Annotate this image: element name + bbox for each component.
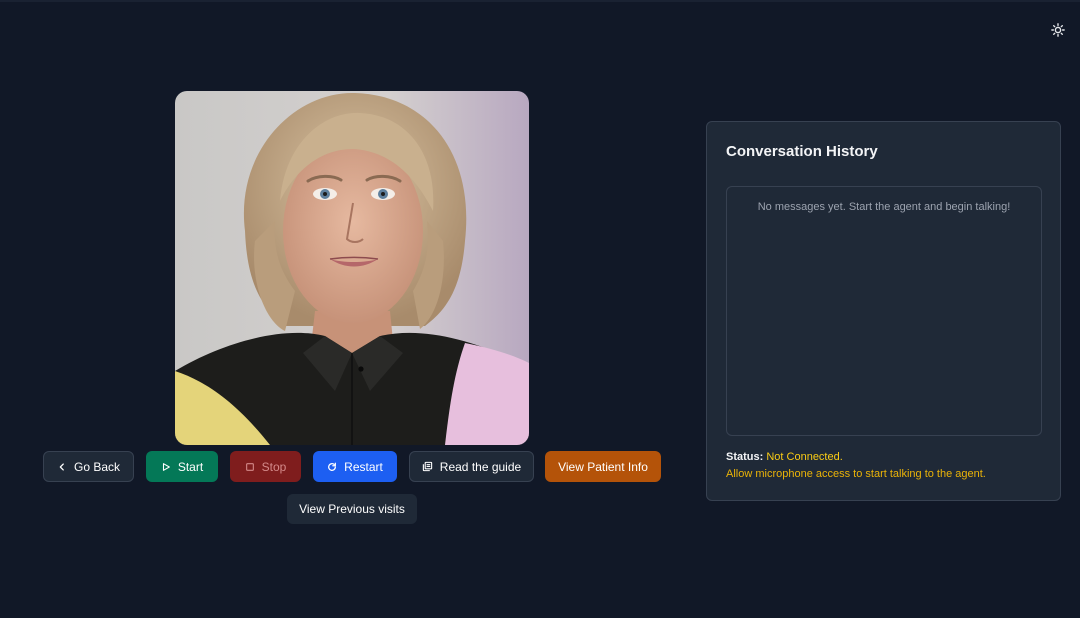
rotate-icon [328, 462, 337, 471]
square-icon [245, 462, 254, 471]
book-icon [422, 461, 432, 472]
view-patient-info-label: View Patient Info [558, 459, 648, 474]
status-label: Status: [726, 451, 764, 463]
empty-messages-text: No messages yet. Start the agent and beg… [757, 201, 1011, 213]
stop-label: Stop [261, 459, 287, 474]
view-previous-visits-button[interactable]: View Previous visits [287, 494, 417, 524]
conversation-panel: Conversation History No messages yet. St… [706, 121, 1061, 501]
go-back-label: Go Back [73, 459, 121, 474]
avatar-portrait [175, 91, 529, 445]
restart-button[interactable]: Restart [313, 451, 397, 482]
start-button[interactable]: Start [146, 451, 218, 482]
read-guide-button[interactable]: Read the guide [409, 451, 534, 482]
agent-avatar [175, 91, 529, 445]
play-icon [162, 462, 170, 471]
restart-label: Restart [344, 459, 383, 474]
view-patient-info-button[interactable]: View Patient Info [545, 451, 661, 482]
stop-button[interactable]: Stop [230, 451, 301, 482]
microphone-hint: Allow microphone access to start talking… [726, 468, 986, 480]
view-previous-visits-label: View Previous visits [299, 502, 405, 516]
start-label: Start [177, 459, 204, 474]
top-divider [0, 0, 1080, 2]
theme-toggle-button[interactable] [1048, 20, 1068, 40]
sun-icon [1051, 23, 1065, 37]
go-back-button[interactable]: Go Back [43, 451, 134, 482]
status-value: Not Connected. [766, 451, 843, 463]
conversation-title: Conversation History [726, 143, 878, 160]
status-line: Status: Not Connected. [726, 451, 843, 463]
read-guide-label: Read the guide [439, 459, 522, 474]
messages-list[interactable]: No messages yet. Start the agent and beg… [726, 186, 1042, 436]
chevron-left-icon [59, 462, 64, 471]
